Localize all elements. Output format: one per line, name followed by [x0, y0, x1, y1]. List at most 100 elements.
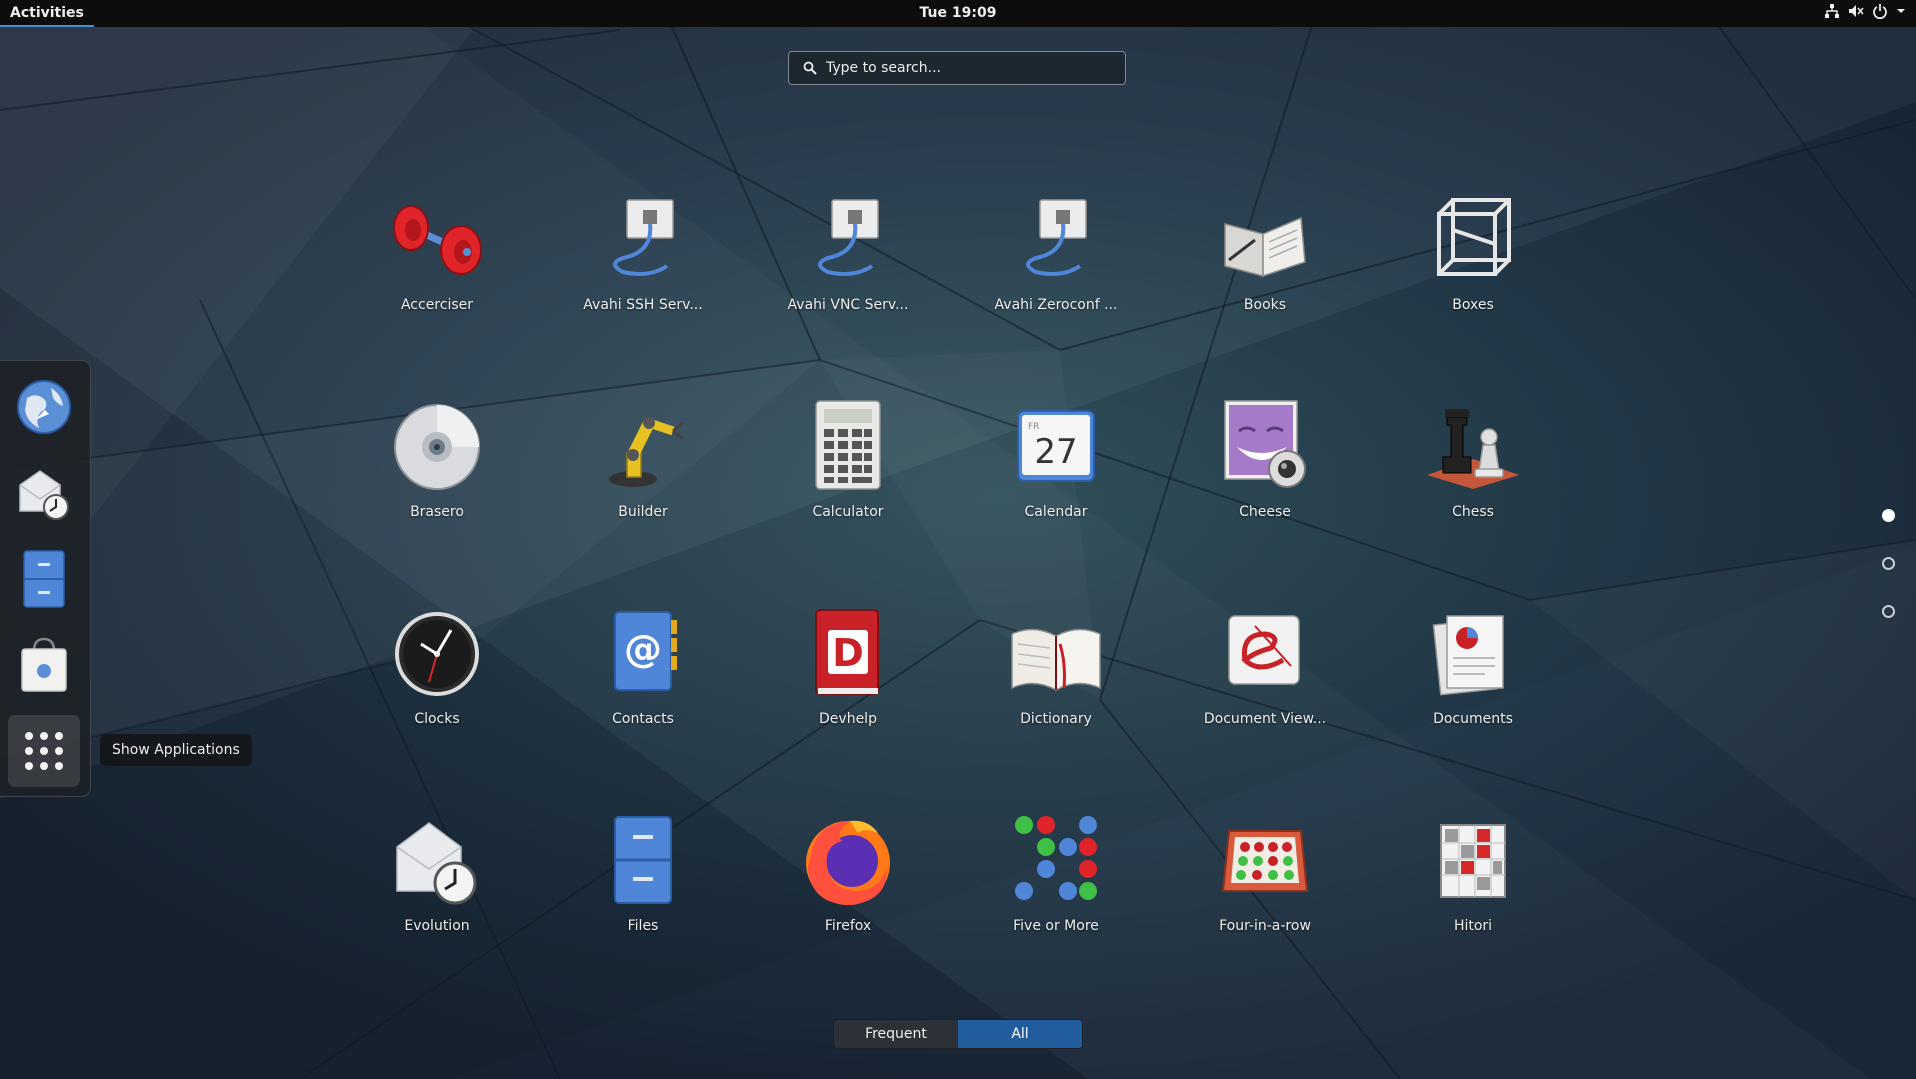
top-bar: Activities Tue 19:09 [0, 0, 1916, 27]
app-label: Calendar [1024, 504, 1088, 520]
calendar-day-abbr: FR [1028, 422, 1039, 432]
dash-item-files[interactable] [8, 543, 80, 615]
dictionary-book-icon [1011, 628, 1101, 692]
svg-text:D: D [832, 631, 864, 675]
webcam-face-icon [1224, 400, 1306, 488]
app-documents[interactable]: Documents [1371, 596, 1575, 796]
dash-item-show-applications[interactable] [8, 715, 80, 787]
app-four-in-a-row[interactable]: Four-in-a-row [1163, 803, 1367, 1003]
volume-muted-icon [1849, 5, 1864, 17]
dropdown-arrow-icon [1897, 9, 1905, 13]
app-contacts[interactable]: @ Contacts [541, 596, 745, 796]
frequent-tab[interactable]: Frequent [834, 1020, 958, 1048]
four-in-a-row-icon [1221, 830, 1309, 892]
app-calendar[interactable]: FR 27 Calendar [954, 389, 1158, 589]
dash-item-web-browser[interactable] [8, 371, 80, 443]
chess-pieces-icon [1427, 409, 1519, 489]
calculator-icon [815, 400, 881, 490]
search-icon [803, 61, 817, 75]
app-grid-icon [25, 732, 63, 770]
mail-clock-icon [19, 470, 69, 520]
devhelp-book-icon: D [815, 609, 879, 695]
disc-icon [394, 404, 480, 490]
page-indicator-1[interactable] [1882, 509, 1895, 522]
colored-balls-icon [1015, 816, 1097, 900]
app-books[interactable]: Books [1163, 182, 1367, 382]
documents-stack-icon [1432, 615, 1504, 696]
all-tab[interactable]: All [958, 1020, 1082, 1048]
app-builder[interactable]: Builder [541, 389, 745, 589]
dumbbell-icon [393, 205, 482, 275]
file-cabinet-icon [23, 550, 65, 608]
network-cable-icon [1026, 199, 1087, 276]
app-label: Five or More [1013, 918, 1099, 934]
app-firefox[interactable]: Firefox [746, 803, 950, 1003]
page-indicator-3[interactable] [1882, 605, 1895, 618]
address-book-icon: @ [614, 611, 677, 691]
network-cable-icon [613, 199, 674, 276]
firefox-icon [806, 820, 890, 905]
app-label: Dictionary [1020, 711, 1092, 727]
app-evolution[interactable]: Evolution [335, 803, 539, 1003]
app-boxes[interactable]: Boxes [1371, 182, 1575, 382]
shopping-bag-icon [21, 637, 67, 692]
app-label: Hitori [1453, 918, 1493, 934]
app-label: Avahi SSH Serv... [583, 297, 703, 313]
app-hitori[interactable]: Hitori [1371, 803, 1575, 1003]
show-applications-tooltip: Show Applications [100, 734, 252, 766]
hitori-grid-icon [1440, 824, 1506, 898]
search-entry[interactable] [788, 51, 1126, 85]
page-indicator-2[interactable] [1882, 557, 1895, 570]
app-brasero[interactable]: Brasero [335, 389, 539, 589]
app-label: Chess [1452, 504, 1494, 520]
app-accerciser[interactable]: Accerciser [335, 182, 539, 382]
clock-area: Tue 19:09 [0, 0, 1916, 27]
app-label: Evolution [404, 918, 470, 934]
calendar-day-number: 27 [1034, 432, 1077, 472]
activities-button[interactable]: Activities [0, 0, 94, 27]
app-label: Cheese [1239, 504, 1291, 520]
app-avahi-zeroconf[interactable]: Avahi Zeroconf ... [954, 182, 1158, 382]
network-cable-icon [818, 199, 879, 276]
search-input[interactable] [826, 60, 1125, 76]
system-menu[interactable] [1824, 3, 1906, 19]
app-label: Files [627, 918, 659, 934]
dash-item-software[interactable] [8, 629, 80, 701]
app-five-or-more[interactable]: Five or More [954, 803, 1158, 1003]
app-label: Brasero [410, 504, 464, 520]
app-chess[interactable]: Chess [1371, 389, 1575, 589]
view-switcher: Frequent All [833, 1019, 1083, 1049]
app-files[interactable]: Files [541, 803, 745, 1003]
robot-arm-icon [609, 417, 684, 487]
app-calculator[interactable]: Calculator [746, 389, 950, 589]
power-icon [1873, 4, 1887, 19]
app-clocks[interactable]: Clocks [335, 596, 539, 796]
svg-text:@: @ [624, 627, 662, 671]
open-book-icon [1224, 216, 1306, 278]
app-label: Builder [618, 504, 668, 520]
app-label: Document View... [1203, 711, 1327, 727]
app-label: Calculator [812, 504, 884, 520]
app-label: Firefox [824, 918, 872, 934]
clock-button[interactable]: Tue 19:09 [920, 5, 997, 21]
globe-icon [17, 380, 71, 434]
wireframe-cube-icon [1437, 198, 1511, 276]
app-label: Accerciser [400, 297, 474, 313]
app-document-viewer[interactable]: Document View... [1163, 596, 1367, 796]
dash-item-evolution[interactable] [8, 457, 80, 529]
app-label: Avahi VNC Serv... [787, 297, 909, 313]
file-cabinet-icon [614, 816, 672, 904]
app-label: Contacts [612, 711, 674, 727]
network-icon [1825, 4, 1839, 18]
dash [0, 360, 91, 797]
app-avahi-ssh[interactable]: Avahi SSH Serv... [541, 182, 745, 382]
mail-clock-icon [396, 822, 477, 905]
app-devhelp[interactable]: D Devhelp [746, 596, 950, 796]
app-label: Four-in-a-row [1219, 918, 1311, 934]
app-label: Clocks [414, 711, 460, 727]
app-label: Boxes [1452, 297, 1494, 313]
app-cheese[interactable]: Cheese [1163, 389, 1367, 589]
app-dictionary[interactable]: Dictionary [954, 596, 1158, 796]
app-avahi-vnc[interactable]: Avahi VNC Serv... [746, 182, 950, 382]
app-label: Devhelp [819, 711, 877, 727]
